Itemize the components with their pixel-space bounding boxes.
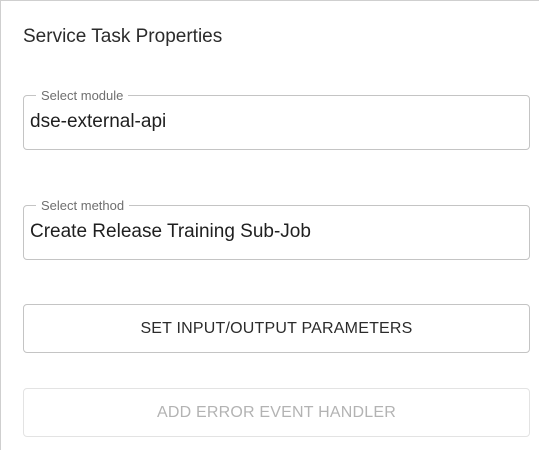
select-method-label: Select method bbox=[36, 198, 130, 214]
select-method-value: Create Release Training Sub-Job bbox=[30, 221, 311, 242]
set-input-output-parameters-button[interactable]: SET INPUT/OUTPUT PARAMETERS bbox=[23, 304, 530, 353]
add-error-event-handler-button: ADD ERROR EVENT HANDLER bbox=[23, 388, 530, 437]
select-module-label: Select module bbox=[36, 88, 129, 104]
select-module-field[interactable]: Select module dse-external-api bbox=[23, 88, 530, 150]
select-method-field[interactable]: Select method Create Release Training Su… bbox=[23, 198, 530, 260]
panel-title: Service Task Properties bbox=[23, 26, 223, 47]
select-module-value: dse-external-api bbox=[30, 111, 167, 132]
service-task-properties-panel: Service Task Properties Select module ds… bbox=[0, 0, 539, 450]
